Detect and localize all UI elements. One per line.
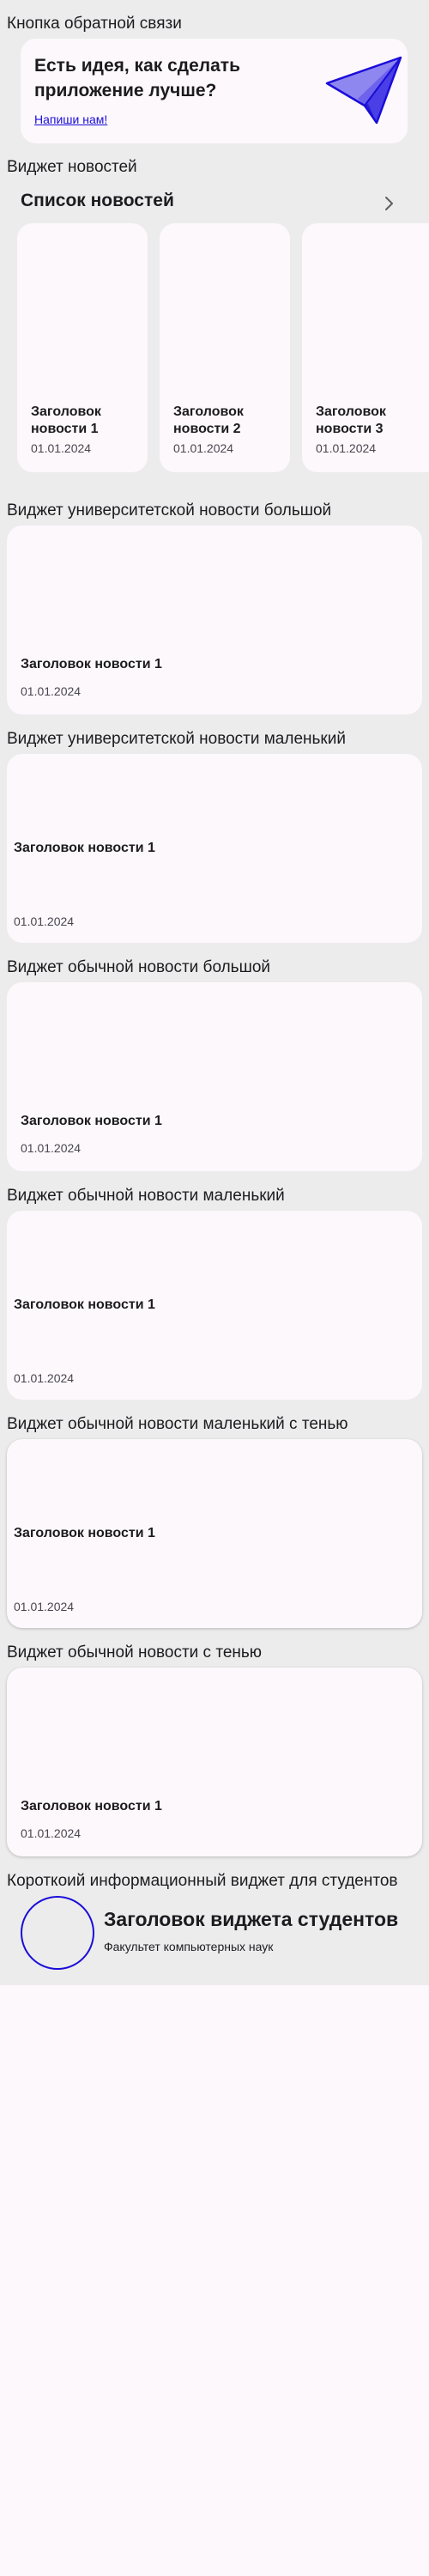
news-list-header: Список новостей xyxy=(21,191,398,216)
paper-plane-icon xyxy=(325,56,402,125)
regular-news-small-shadow-card[interactable]: Заголовок новости 1 01.01.2024 xyxy=(7,1439,422,1628)
uni-news-small-card[interactable]: Заголовок новости 1 01.01.2024 xyxy=(7,754,422,943)
news-card[interactable]: Заголовок новости 1 01.01.2024 xyxy=(17,223,148,472)
section-title-regular-small: Виджет обычной новости маленький xyxy=(7,1187,285,1205)
feedback-title: Есть идея, как сделать приложение лучше? xyxy=(34,56,240,100)
news-card-date: 01.01.2024 xyxy=(316,441,377,455)
news-card[interactable]: Заголовок новости 3 01.01.2024 xyxy=(302,223,429,472)
news-card-title: Заголовок новости 3 xyxy=(316,404,386,436)
section-title-regular-shadow: Виджет обычной новости с тенью xyxy=(7,1643,263,1662)
news-title: Заголовок новости 1 xyxy=(21,1799,162,1814)
news-card-date: 01.01.2024 xyxy=(31,441,92,455)
news-card-title: Заголовок новости 2 xyxy=(173,404,244,436)
section-title-uni-big: Виджет университетской новости большой xyxy=(7,501,332,519)
student-avatar xyxy=(21,1896,94,1970)
news-title: Заголовок новости 1 xyxy=(14,1526,155,1540)
feedback-link[interactable]: Напиши нам! xyxy=(34,112,107,126)
widget-gallery: Кнопка обратной связи Есть идея, как сде… xyxy=(0,0,429,1985)
news-date: 01.01.2024 xyxy=(21,1826,82,1840)
news-card[interactable]: Заголовок новости 2 01.01.2024 xyxy=(160,223,290,472)
feedback-card[interactable]: Есть идея, как сделать приложение лучше?… xyxy=(21,39,408,143)
section-title-uni-small: Виджет университетской новости маленький xyxy=(7,730,346,748)
news-title: Заголовок новости 1 xyxy=(21,657,162,671)
section-title-news: Виджет новостей xyxy=(7,158,137,176)
news-date: 01.01.2024 xyxy=(21,684,82,698)
news-date: 01.01.2024 xyxy=(14,914,75,928)
regular-news-big-card[interactable]: Заголовок новости 1 01.01.2024 xyxy=(7,982,422,1171)
student-widget-title: Заголовок виджета студентов xyxy=(104,1908,399,1930)
news-date: 01.01.2024 xyxy=(14,1371,75,1385)
regular-news-small-card[interactable]: Заголовок новости 1 01.01.2024 xyxy=(7,1211,422,1400)
section-title-feedback: Кнопка обратной связи xyxy=(7,15,182,33)
news-title: Заголовок новости 1 xyxy=(21,1114,162,1128)
chevron-right-icon[interactable] xyxy=(379,194,398,213)
section-title-student: Короткоий информационный виджет для студ… xyxy=(7,1872,398,1890)
section-title-regular-small-shadow: Виджет обычной новости маленький с тенью xyxy=(7,1415,348,1433)
news-date: 01.01.2024 xyxy=(14,1600,75,1613)
news-title: Заголовок новости 1 xyxy=(14,841,155,855)
student-widget-subtitle: Факультет компьютерных наук xyxy=(104,1940,274,1953)
section-title-regular-big: Виджет обычной новости большой xyxy=(7,958,270,976)
news-title: Заголовок новости 1 xyxy=(14,1297,155,1312)
uni-news-big-card[interactable]: Заголовок новости 1 01.01.2024 xyxy=(7,526,422,714)
regular-news-shadow-card[interactable]: Заголовок новости 1 01.01.2024 xyxy=(7,1668,422,1856)
news-date: 01.01.2024 xyxy=(21,1141,82,1155)
news-card-title: Заголовок новости 1 xyxy=(31,404,101,436)
news-list-title: Список новостей xyxy=(21,191,174,210)
news-card-date: 01.01.2024 xyxy=(173,441,234,455)
